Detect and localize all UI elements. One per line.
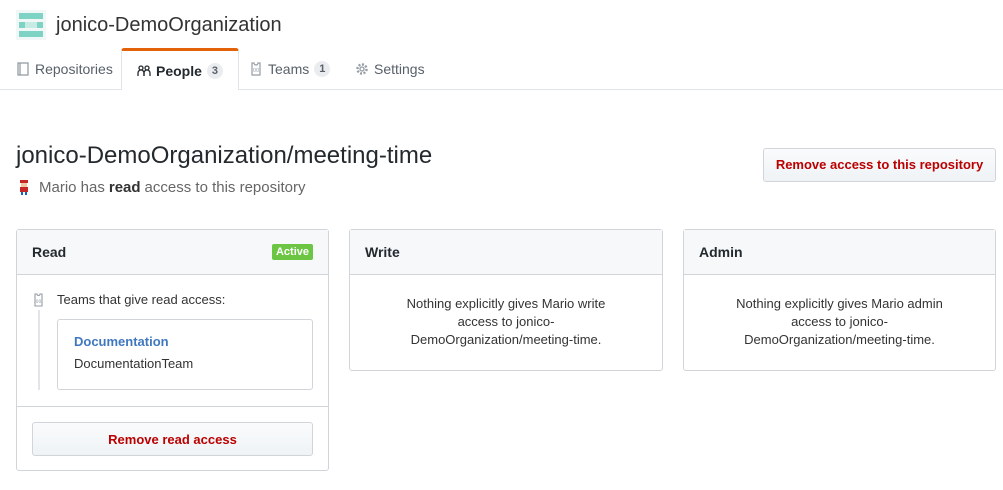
write-panel-message: Nothing explicitly gives Mario write acc… xyxy=(406,296,606,347)
access-summary: Mario has read access to this repository xyxy=(17,179,305,196)
jersey-icon: 00 xyxy=(251,61,261,76)
write-panel-title: Write xyxy=(365,244,400,260)
org-name[interactable]: jonico-DemoOrganization xyxy=(56,14,282,37)
people-count-badge: 3 xyxy=(206,62,224,79)
tab-people-label: People xyxy=(156,62,202,79)
admin-panel-header: Admin xyxy=(684,230,995,275)
tab-people[interactable]: People 3 xyxy=(121,48,240,90)
write-panel-header: Write xyxy=(350,230,662,275)
teams-label: Teams that give read access: xyxy=(57,292,226,307)
tab-settings-label: Settings xyxy=(374,60,425,77)
read-panel: Read Active 00 Teams that give read acce… xyxy=(16,229,329,471)
org-avatar-icon[interactable] xyxy=(16,10,46,40)
team-link-documentation[interactable]: Documentation xyxy=(74,334,296,349)
org-header: jonico-DemoOrganization xyxy=(16,10,282,40)
tab-teams[interactable]: 00 Teams 1 xyxy=(249,48,331,89)
access-prefix: Mario has xyxy=(39,179,105,196)
tab-teams-label: Teams xyxy=(268,60,310,77)
access-level: read xyxy=(108,179,141,196)
teams-label-row: 00 Teams that give read access: xyxy=(32,292,225,307)
tab-repositories[interactable]: Repositories xyxy=(16,48,113,89)
gear-icon xyxy=(356,62,368,75)
org-tabs: Repositories People 3 00 Teams 1 Setting… xyxy=(0,48,1003,90)
timeline-line xyxy=(38,310,40,390)
write-panel: Write Nothing explicitly gives Mario wri… xyxy=(349,229,663,371)
teams-count-badge: 1 xyxy=(314,60,331,77)
read-panel-title: Read xyxy=(32,244,67,260)
team-description: DocumentationTeam xyxy=(74,356,194,371)
remove-repo-access-button[interactable]: Remove access to this repository xyxy=(763,148,996,182)
repo-title: jonico-DemoOrganization/meeting-time xyxy=(16,142,433,169)
admin-panel: Admin Nothing explicitly gives Mario adm… xyxy=(683,229,996,371)
access-suffix: access to this repository xyxy=(144,179,306,196)
admin-panel-message: Nothing explicitly gives Mario admin acc… xyxy=(736,296,943,347)
read-panel-header: Read Active xyxy=(17,230,328,275)
jersey-icon: 00 xyxy=(34,292,43,307)
active-badge: Active xyxy=(271,244,313,260)
tab-repositories-label: Repositories xyxy=(35,60,113,77)
svg-text:00: 00 xyxy=(36,299,42,305)
team-card: Documentation DocumentationTeam xyxy=(57,319,313,390)
read-panel-footer: Remove read access xyxy=(17,406,328,471)
user-avatar-icon xyxy=(20,179,28,195)
tab-settings[interactable]: Settings xyxy=(355,48,425,89)
svg-text:00: 00 xyxy=(253,68,259,74)
repo-icon xyxy=(17,61,29,76)
admin-panel-title: Admin xyxy=(699,244,743,260)
people-icon xyxy=(137,64,151,76)
remove-read-access-button[interactable]: Remove read access xyxy=(32,422,313,456)
